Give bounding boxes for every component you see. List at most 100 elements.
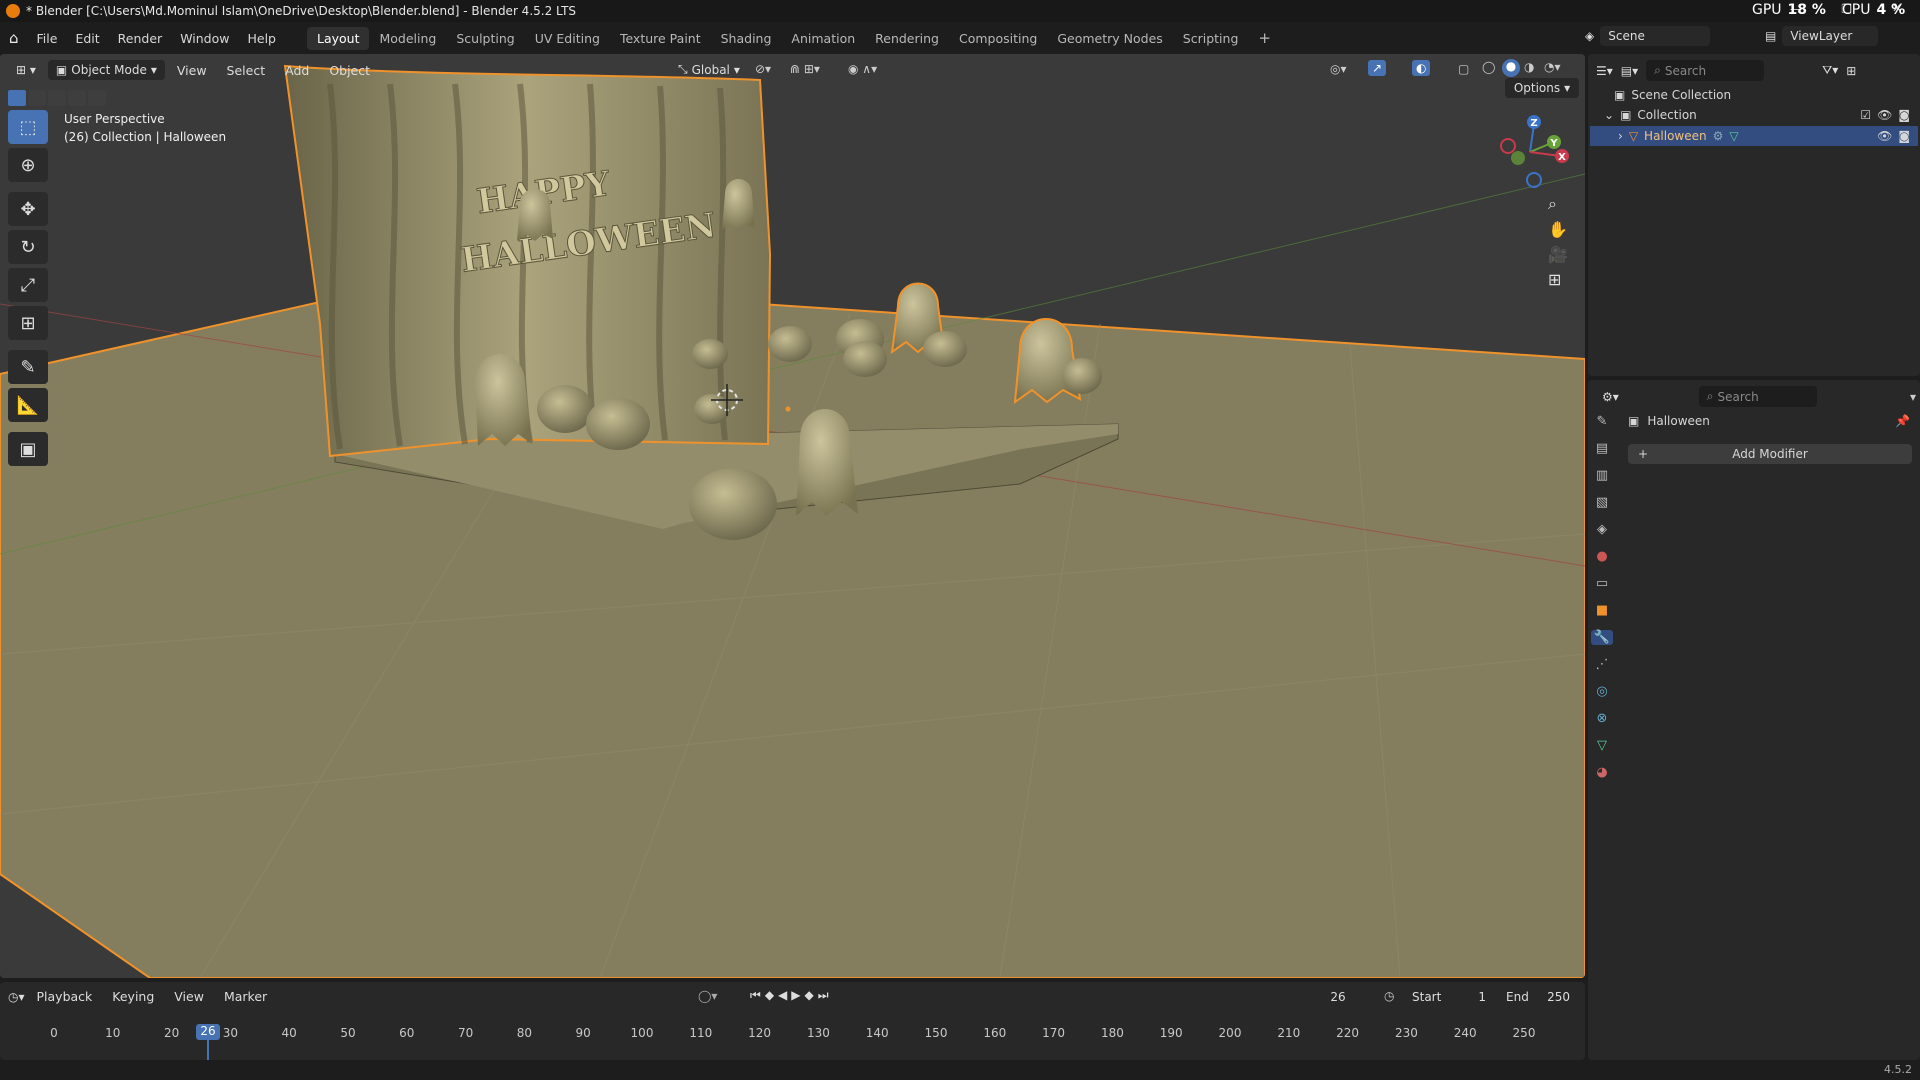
new-collection-icon[interactable]: ⊞ [1846,64,1856,78]
select-box-tool-icon[interactable]: ⬚ [8,110,48,144]
tab-sculpting[interactable]: Sculpting [446,27,524,50]
xray-icon[interactable]: ▢ [1458,62,1469,76]
outliner-editor-icon[interactable]: ☰▾ [1596,64,1613,78]
view-layer-selector[interactable]: ▤ ViewLayer [1765,26,1879,46]
scene-tab-icon[interactable]: ◈ [1597,522,1607,537]
exclude-checkbox-icon[interactable]: ☑ [1860,108,1871,122]
add-workspace-icon[interactable]: + [1248,25,1281,51]
playhead-frame-badge[interactable]: 26 [196,1024,220,1040]
snap-icon[interactable]: ⋒ ⊞▾ [790,62,820,76]
wireframe-shading-icon[interactable]: ◯ [1482,60,1495,74]
transform-orientation-dropdown[interactable]: ⤡ Global ▾ [670,59,748,80]
modifier-icon: ⚙ [1712,129,1724,143]
tab-texture-paint[interactable]: Texture Paint [610,27,711,50]
menu-file[interactable]: File [28,31,67,46]
outliner-row-collection[interactable]: ⌄ ▣ Collection ☑ 👁 ◙ [1604,108,1910,122]
camera-view-icon[interactable]: 🎥 [1548,245,1568,264]
eye-icon[interactable]: 👁 [1877,108,1892,122]
add-modifier-button[interactable]: + Add Modifier [1628,444,1912,464]
select-extend-icon[interactable] [28,90,46,106]
scene-selector[interactable]: ◈ Scene [1585,26,1711,46]
select-intersect-icon[interactable] [88,90,106,106]
tab-geometry-nodes[interactable]: Geometry Nodes [1047,27,1172,50]
tab-shading[interactable]: Shading [711,27,782,50]
scale-tool-icon[interactable]: ⤢ [8,268,48,302]
tab-rendering[interactable]: Rendering [865,27,949,50]
solid-shading-icon[interactable]: ● [1502,59,1520,77]
menu-render[interactable]: Render [109,31,172,46]
scene-field[interactable]: Scene [1600,26,1711,46]
render-camera-icon[interactable]: ◙ [1898,129,1910,143]
tab-scripting[interactable]: Scripting [1173,27,1249,50]
select-invert-icon[interactable] [68,90,86,106]
annotate-tool-icon[interactable]: ✎ [8,350,48,384]
frame-tick-label: 110 [689,1026,713,1040]
outliner-panel: ☰▾ ▤▾ ⌕ Search ⛛▾ ⊞ ▣ Scene Collection ⌄… [1588,54,1920,376]
object-tab-icon[interactable]: ■ [1596,603,1608,618]
move-tool-icon[interactable]: ✥ [8,192,48,226]
frame-ruler[interactable]: 0 10 20 30 40 50 60 70 80 90 100 110 120 130 140 150 160… [0,996,1585,1060]
render-tab-icon[interactable]: ▤ [1596,441,1608,456]
chevron-down-icon[interactable]: ⌄ [1604,108,1614,122]
ortho-grid-icon[interactable]: ⊞ [1548,270,1568,289]
gizmo-toggle-icon[interactable]: ↗ [1368,60,1387,76]
proportional-edit-icon[interactable]: ◉ ∧▾ [848,62,877,76]
cursor-tool-icon[interactable]: ⊕ [8,148,48,182]
pivot-icon[interactable]: ⊘▾ [755,62,771,76]
tab-compositing[interactable]: Compositing [949,27,1047,50]
view-layer-field[interactable]: ViewLayer [1782,26,1879,46]
eye-icon[interactable]: 👁 [1877,129,1892,143]
viewport-menu-view[interactable]: View [169,60,215,81]
overlay-toggle-icon[interactable]: ◐ [1412,60,1431,76]
mode-dropdown[interactable]: ▣ Object Mode ▾ [47,60,165,80]
measure-tool-icon[interactable]: 📐 [8,388,48,422]
chevron-right-icon[interactable]: › [1618,129,1623,143]
particles-tab-icon[interactable]: ⋰ [1596,657,1609,672]
constraints-tab-icon[interactable]: ⊗ [1597,711,1608,726]
tab-animation[interactable]: Animation [781,27,865,50]
material-tab-icon[interactable]: ◕ [1596,765,1607,780]
viewport-menu-object[interactable]: Object [321,60,378,81]
rotate-tool-icon[interactable]: ↻ [8,230,48,264]
data-tab-icon[interactable]: ▽ [1597,738,1607,753]
material-shading-icon[interactable]: ◑ [1524,60,1534,74]
select-new-icon[interactable] [8,90,26,106]
blender-menu-icon[interactable]: ⌂ [0,29,28,47]
viewport-menu-add[interactable]: Add [277,60,317,81]
frame-tick-label: 210 [1277,1026,1301,1040]
menu-window[interactable]: Window [171,31,238,46]
physics-tab-icon[interactable]: ◎ [1596,684,1607,699]
world-tab-icon[interactable]: ● [1596,549,1607,564]
rendered-shading-icon[interactable]: ◔▾ [1544,60,1561,74]
tab-layout[interactable]: Layout [306,26,370,50]
select-subtract-icon[interactable] [48,90,66,106]
properties-search-input[interactable]: ⌕ Search [1698,386,1817,407]
output-tab-icon[interactable]: ▥ [1596,468,1608,483]
modifier-tab-icon[interactable]: 🔧 [1590,630,1614,645]
3d-viewport[interactable]: HAPPY HALLOWEEN [0,54,1585,978]
pin-icon[interactable]: 📌 [1895,414,1910,428]
menu-edit[interactable]: Edit [66,31,108,46]
menu-help[interactable]: Help [238,31,285,46]
frame-tick-label: 100 [630,1026,654,1040]
chevron-down-icon[interactable]: ▾ [1910,390,1916,404]
outliner-row-scene-collection[interactable]: ▣ Scene Collection [1614,88,1731,102]
add-cube-tool-icon[interactable]: ▣ [8,432,48,466]
editor-type-icon[interactable]: ⊞ ▾ [8,60,44,80]
collection-tab-icon[interactable]: ▭ [1596,576,1608,591]
display-mode-icon[interactable]: ▤▾ [1621,64,1638,78]
viewport-menu-select[interactable]: Select [219,60,274,81]
tool-tab-icon[interactable]: ✎ [1597,414,1608,429]
outliner-row-halloween[interactable]: › ▽ Halloween ⚙ ▽ 👁 ◙ [1590,126,1918,146]
filter-icon[interactable]: ⛛▾ [1822,63,1838,78]
properties-editor-icon[interactable]: ⚙▾ [1602,390,1619,404]
tab-uv-editing[interactable]: UV Editing [525,27,610,50]
tab-modeling[interactable]: Modeling [369,27,446,50]
render-camera-icon[interactable]: ◙ [1898,108,1910,122]
outliner-search-input[interactable]: ⌕ Search [1646,60,1765,81]
pan-hand-icon[interactable]: ✋ [1548,220,1568,239]
visibility-icon[interactable]: ◎▾ [1330,62,1347,76]
transform-tool-icon[interactable]: ⊞ [8,306,48,340]
view-layer-tab-icon[interactable]: ▧ [1596,495,1608,510]
zoom-icon[interactable]: ⌕ [1548,194,1568,214]
